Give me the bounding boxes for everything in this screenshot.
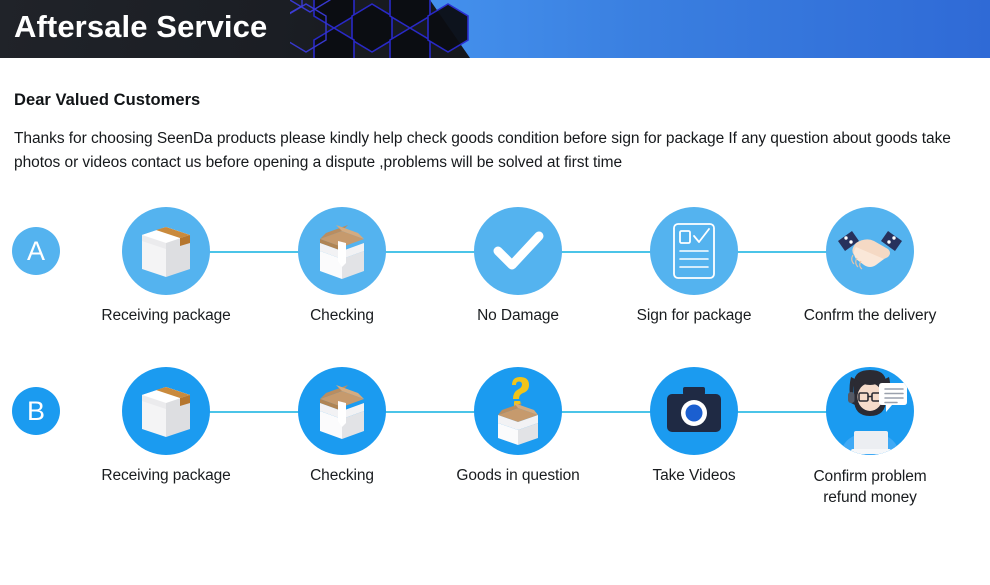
step-a-5-label: Confrm the delivery bbox=[803, 307, 937, 324]
steps-track-a: Receiving package Checking No Damage Sig… bbox=[78, 207, 990, 353]
step-b-1[interactable]: Receiving package bbox=[78, 367, 254, 486]
step-a-5[interactable]: Confrm the delivery bbox=[782, 207, 958, 326]
step-a-3[interactable]: No Damage bbox=[430, 207, 606, 326]
row-badge-a-letter: A bbox=[26, 235, 45, 266]
step-a-2-label: Checking bbox=[310, 307, 374, 324]
intro-block: Dear Valued Customers Thanks for choosin… bbox=[0, 58, 990, 175]
step-b-1-label: Receiving package bbox=[101, 467, 231, 484]
step-a-3-label: No Damage bbox=[477, 307, 559, 324]
intro-paragraph: Thanks for choosing SeenDa products plea… bbox=[14, 130, 951, 171]
greeting-heading: Dear Valued Customers bbox=[14, 91, 201, 109]
step-b-3[interactable]: Goods in question bbox=[430, 367, 606, 486]
open-box-icon bbox=[298, 207, 386, 295]
flow-row-b: B Receiving package Checking Goods in qu… bbox=[0, 367, 990, 513]
step-a-4-label: Sign for package bbox=[636, 307, 752, 324]
step-b-3-label: Goods in question bbox=[456, 467, 580, 484]
step-a-1[interactable]: Receiving package bbox=[78, 207, 254, 326]
handshake-icon bbox=[826, 207, 914, 295]
checkmark-icon bbox=[474, 207, 562, 295]
flow-row-a: A Receiving package Checking No Damage S… bbox=[0, 207, 990, 353]
open-box-icon bbox=[298, 367, 386, 455]
page-title: Aftersale Service bbox=[14, 9, 268, 44]
step-b-4[interactable]: Take Videos bbox=[606, 367, 782, 486]
step-b-2[interactable]: Checking bbox=[254, 367, 430, 486]
step-a-2[interactable]: Checking bbox=[254, 207, 430, 326]
step-b-4-label: Take Videos bbox=[652, 467, 736, 484]
closed-package-box-icon bbox=[122, 367, 210, 455]
support-agent-icon bbox=[826, 367, 914, 455]
closed-package-box-icon bbox=[122, 207, 210, 295]
step-a-1-label: Receiving package bbox=[101, 307, 231, 324]
signed-document-icon bbox=[650, 207, 738, 295]
row-badge-b: B bbox=[12, 387, 60, 435]
step-b-5[interactable]: Confirm problem refund money bbox=[782, 367, 958, 508]
step-b-2-label: Checking bbox=[310, 467, 374, 484]
header-banner: Aftersale Service bbox=[0, 0, 990, 58]
step-a-4[interactable]: Sign for package bbox=[606, 207, 782, 326]
row-badge-b-letter: B bbox=[26, 395, 45, 426]
step-b-5-label: Confirm problem refund money bbox=[813, 468, 927, 506]
hexagon-pattern-icon bbox=[290, 0, 520, 58]
steps-track-b: Receiving package Checking Goods in ques… bbox=[78, 367, 990, 513]
camera-icon bbox=[650, 367, 738, 455]
row-badge-a: A bbox=[12, 227, 60, 275]
question-box-icon bbox=[474, 367, 562, 455]
